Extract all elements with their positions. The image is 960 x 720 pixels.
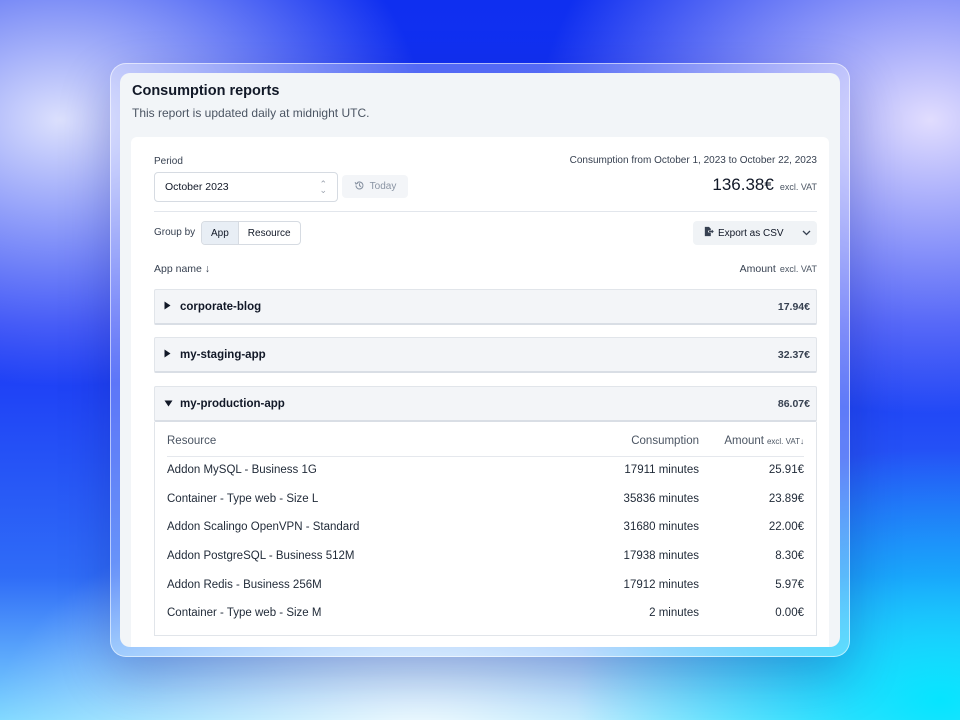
- period-select[interactable]: October 2023 ⌃ ⌄: [154, 172, 338, 202]
- consumption-panel: Consumption reports This report is updat…: [120, 73, 840, 647]
- app-row-left: my-production-app: [164, 398, 285, 410]
- total-vat-note: excl. VAT: [779, 182, 817, 192]
- app-name: corporate-blog: [180, 300, 262, 313]
- table-row: Container - Type web - Size L 35836 minu…: [167, 486, 804, 514]
- today-button[interactable]: Today: [342, 175, 408, 198]
- groupby-app-button[interactable]: App: [202, 222, 238, 244]
- app-detail-table: Resource Consumption Amount excl. VAT↓ A…: [154, 422, 817, 636]
- app-row-left: corporate-blog: [164, 301, 261, 313]
- groupby-label: Group by: [154, 227, 196, 238]
- resource-consumption: 17912 minutes: [623, 579, 699, 591]
- resource-name: Container - Type web - Size L: [167, 493, 319, 505]
- table-row: Addon Scalingo OpenVPN - Standard 31680 …: [167, 514, 804, 542]
- app-amount: 17.94€: [777, 300, 810, 313]
- app-name: my-staging-app: [180, 348, 266, 361]
- history-icon: [354, 180, 365, 194]
- resource-amount: 23.89€: [768, 493, 804, 505]
- caret-down-icon: [164, 399, 173, 409]
- consumption-range: Consumption from October 1, 2023 to Octo…: [569, 155, 817, 166]
- total-amount: 136.38€: [712, 175, 774, 194]
- detail-amount-vat: excl. VAT↓: [766, 437, 804, 446]
- file-export-icon: [703, 226, 714, 240]
- resource-amount: 8.30€: [775, 550, 804, 562]
- period-value: October 2023: [165, 181, 229, 193]
- window-frame: Consumption reports This report is updat…: [110, 63, 850, 657]
- app-row-my-production-app[interactable]: my-production-app 86.07€: [154, 386, 817, 422]
- export-label: Export as CSV: [718, 227, 784, 239]
- period-label: Period: [154, 156, 183, 167]
- resource-amount: 22.00€: [768, 521, 804, 533]
- export-csv-dropdown: Export as CSV: [693, 221, 817, 245]
- app-name: my-production-app: [180, 397, 285, 410]
- app-name-column-header[interactable]: App name ↓: [154, 263, 210, 275]
- caret-right-icon: [164, 301, 173, 312]
- table-row: Addon Redis - Business 256M 17912 minute…: [167, 572, 804, 600]
- resource-consumption: 17911 minutes: [624, 464, 699, 476]
- app-row-my-staging-app[interactable]: my-staging-app 32.37€: [154, 337, 817, 373]
- export-csv-button[interactable]: Export as CSV: [693, 226, 795, 240]
- app-amount: 32.37€: [777, 348, 810, 361]
- groupby-toggle: App Resource: [201, 221, 301, 245]
- app-row-left: my-staging-app: [164, 349, 266, 361]
- resource-consumption: 2 minutes: [649, 607, 699, 619]
- detail-table-header: Resource Consumption Amount excl. VAT↓: [167, 422, 804, 457]
- detail-amount-label: Amount: [724, 435, 764, 447]
- resource-amount: 5.97€: [775, 579, 804, 591]
- app-amount: 86.07€: [777, 397, 810, 410]
- table-row: Addon MySQL - Business 1G 17911 minutes …: [167, 457, 804, 485]
- page-subtitle: This report is updated daily at midnight…: [132, 106, 370, 120]
- resource-consumption: 31680 minutes: [623, 521, 699, 533]
- app-row-corporate-blog[interactable]: corporate-blog 17.94€: [154, 289, 817, 325]
- resource-name: Addon MySQL - Business 1G: [167, 464, 317, 476]
- updown-chevron-icon: ⌃ ⌄: [319, 179, 327, 195]
- total-consumption: 136.38€ excl. VAT: [712, 175, 817, 195]
- amount-column-header: Amount excl. VAT: [740, 263, 817, 275]
- resource-name: Addon PostgreSQL - Business 512M: [167, 550, 355, 562]
- detail-amount-column-header[interactable]: Amount excl. VAT↓: [724, 435, 804, 447]
- resource-amount: 0.00€: [775, 607, 804, 619]
- resource-name: Addon Scalingo OpenVPN - Standard: [167, 521, 360, 533]
- amount-header-vat: excl. VAT: [779, 264, 817, 274]
- table-row: Addon PostgreSQL - Business 512M 17938 m…: [167, 543, 804, 571]
- chevron-down-icon[interactable]: [795, 230, 817, 236]
- today-label: Today: [369, 181, 397, 192]
- resource-name: Container - Type web - Size M: [167, 607, 322, 619]
- resource-name: Addon Redis - Business 256M: [167, 579, 322, 591]
- page-title: Consumption reports: [132, 83, 280, 99]
- filters-divider: [154, 211, 817, 212]
- report-card: Period October 2023 ⌃ ⌄ Today Consumption…: [131, 137, 829, 647]
- caret-right-icon: [164, 349, 173, 360]
- consumption-column-header: Consumption: [631, 435, 699, 447]
- panel-header: Consumption reports This report is updat…: [132, 83, 369, 120]
- resource-consumption: 17938 minutes: [623, 550, 699, 562]
- resource-amount: 25.91€: [768, 464, 804, 476]
- amount-header-label: Amount: [739, 263, 776, 275]
- resource-consumption: 35836 minutes: [623, 493, 699, 505]
- groupby-resource-button[interactable]: Resource: [237, 222, 300, 244]
- resource-column-header: Resource: [167, 435, 217, 447]
- table-row: Container - Type web - Size M 2 minutes …: [167, 600, 804, 628]
